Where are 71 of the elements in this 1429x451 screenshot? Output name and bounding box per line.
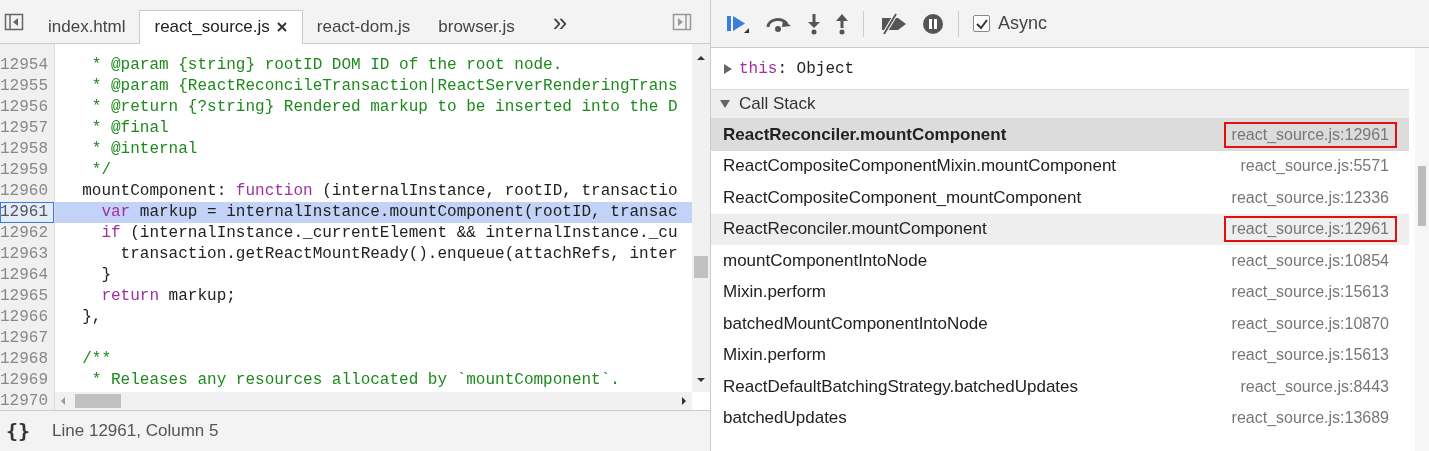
line-number: 12968 xyxy=(0,349,49,370)
code-line: }, xyxy=(81,307,102,328)
code-line: transaction.getReactMountReady().enqueue(attachRefs, inter xyxy=(119,244,678,265)
line-number: 12967 xyxy=(0,328,49,349)
vertical-scrollbar[interactable] xyxy=(692,44,710,392)
call-stack-frame[interactable]: ReactCompositeComponentMixin.mountComponent react_source.js:5571 xyxy=(711,150,1409,182)
expand-arrow-icon[interactable] xyxy=(723,63,733,75)
line-number: 12966 xyxy=(0,307,49,328)
panel-toggle-icon[interactable] xyxy=(672,11,692,32)
vertical-scrollbar[interactable] xyxy=(1415,48,1429,451)
line-number: 12954 xyxy=(0,55,49,76)
source-link[interactable]: react_source.js:13689 xyxy=(1223,405,1397,432)
call-stack-frame[interactable]: Mixin.perform react_source.js:15613 xyxy=(711,339,1409,371)
code-line: if (internalInstance._currentElement && internalInstance._cu xyxy=(100,223,678,244)
call-stack-frame[interactable]: mountComponentIntoNode react_source.js:10854 xyxy=(711,245,1409,277)
source-link[interactable]: react_source.js:12336 xyxy=(1223,184,1397,211)
line-number: 12963 xyxy=(0,244,49,265)
code-line: * @param {ReactReconcileTransaction|ReactServerRenderingTrans xyxy=(90,76,678,97)
source-link[interactable]: react_source.js:15613 xyxy=(1223,279,1397,306)
file-tab[interactable]: index.html xyxy=(34,9,140,44)
file-tab[interactable]: react_source.js xyxy=(139,9,303,44)
code-line: * @internal xyxy=(90,139,198,160)
line-number: 12970 xyxy=(0,391,49,410)
checkbox[interactable] xyxy=(973,15,990,32)
cursor-position: Line 12961, Column 5 xyxy=(52,421,219,441)
code-line: /** xyxy=(81,349,111,370)
line-number: 12960 xyxy=(0,181,49,202)
step-out-icon[interactable] xyxy=(835,12,849,35)
code-line: * @param {string} rootID DOM ID of the root node. xyxy=(90,55,563,76)
call-stack-frame[interactable]: batchedUpdates react_source.js:13689 xyxy=(711,402,1409,434)
line-number: 12961 xyxy=(0,202,54,223)
line-number: 12964 xyxy=(0,265,49,286)
line-number: 12969 xyxy=(0,370,49,391)
sidebar-toggle-icon[interactable] xyxy=(4,11,24,32)
call-stack-frame[interactable]: ReactReconciler.mountComponent react_source.js:12961 xyxy=(711,119,1409,151)
code-line: * @return {?string} Rendered markup to be inserted into the D xyxy=(90,97,678,118)
code-line: } xyxy=(100,265,111,286)
close-icon[interactable] xyxy=(275,21,288,33)
source-link[interactable]: react_source.js:5571 xyxy=(1232,153,1397,180)
source-link[interactable]: react_source.js:10854 xyxy=(1223,247,1397,274)
pause-icon[interactable] xyxy=(922,12,944,35)
call-stack-frame[interactable]: Mixin.perform react_source.js:15613 xyxy=(711,276,1409,308)
source-link[interactable]: react_source.js:10870 xyxy=(1223,310,1397,337)
code-line: return markup; xyxy=(100,286,236,307)
line-number: 12957 xyxy=(0,118,49,139)
source-link[interactable]: react_source.js:12961 xyxy=(1223,216,1397,243)
format-button[interactable]: {} xyxy=(6,419,31,443)
line-number: 12956 xyxy=(0,97,49,118)
code-line: */ xyxy=(90,160,111,181)
line-number: 12959 xyxy=(0,160,49,181)
source-link[interactable]: react_source.js:8443 xyxy=(1232,373,1397,400)
more-tabs[interactable]: » xyxy=(552,8,568,35)
async-label[interactable]: Async xyxy=(998,13,1048,34)
horizontal-scrollbar[interactable] xyxy=(55,392,692,410)
step-into-icon[interactable] xyxy=(807,12,821,35)
call-stack-frame[interactable]: ReactCompositeComponent_mountComponent react_source.js:12336 xyxy=(711,182,1409,214)
file-tab[interactable]: react-dom.js xyxy=(302,9,425,44)
code-line: * Releases any resources allocated by `mountComponent`. xyxy=(90,370,620,391)
call-stack-frame[interactable]: ReactReconciler.mountComponent react_source.js:12961 xyxy=(711,213,1409,245)
call-stack-header[interactable]: Call Stack xyxy=(711,89,1409,119)
call-stack-frame[interactable]: ReactDefaultBatchingStrategy.batchedUpdates react_source.js:8443 xyxy=(711,371,1409,403)
line-number: 12955 xyxy=(0,76,49,97)
code-line: * @final xyxy=(90,118,169,139)
call-stack-frame[interactable]: batchedMountComponentIntoNode react_source.js:10870 xyxy=(711,308,1409,340)
code-line: mountComponent: function (internalInstance, rootID, transactio xyxy=(81,181,678,202)
line-number: 12965 xyxy=(0,286,49,307)
source-link[interactable]: react_source.js:15613 xyxy=(1223,342,1397,369)
scope-variable[interactable]: this: Object xyxy=(739,60,855,78)
line-number: 12958 xyxy=(0,139,49,160)
line-number: 12962 xyxy=(0,223,49,244)
file-tab[interactable]: browser.js xyxy=(424,9,529,44)
